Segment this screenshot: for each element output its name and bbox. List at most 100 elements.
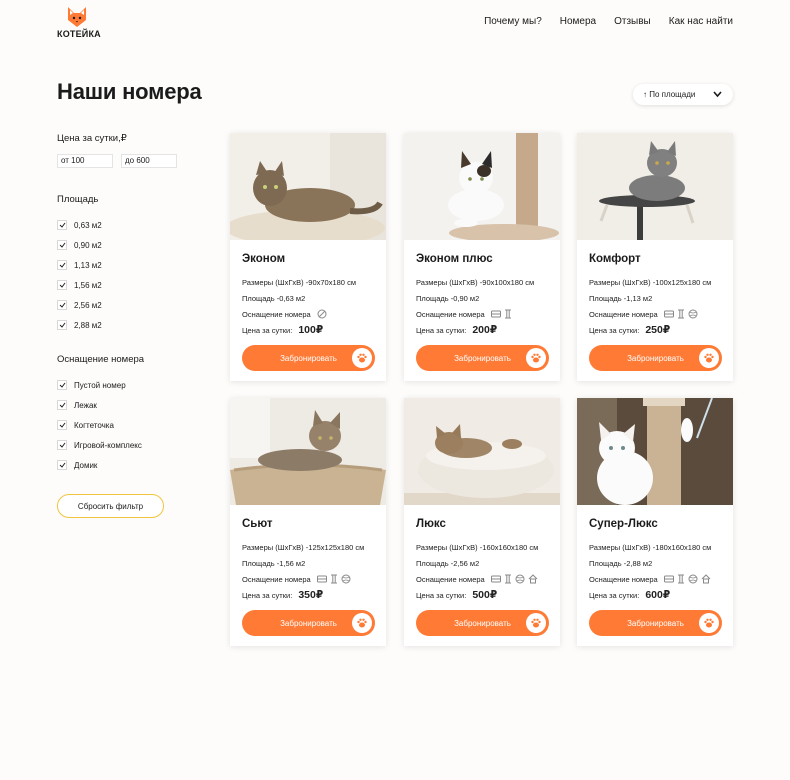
price-to-input[interactable]: до 600 — [121, 154, 177, 168]
checkbox-checked-icon[interactable] — [57, 420, 67, 430]
room-equipment: Оснащение номера — [416, 306, 548, 322]
price-value: 600₽ — [645, 589, 671, 601]
room-equipment: Оснащение номера — [242, 306, 374, 322]
equipment-option-label: Когтеточка — [74, 420, 114, 430]
equipment-option[interactable]: Когтеточка — [57, 415, 177, 435]
equipment-option-label: Лежак — [74, 400, 97, 410]
scratching-post-icon — [504, 309, 511, 319]
room-price: Цена за сутки: 200₽ — [416, 324, 498, 336]
area-option[interactable]: 2,56 м2 — [57, 295, 177, 315]
equipment-option[interactable]: Игровой-комплекс — [57, 435, 177, 455]
checkbox-checked-icon[interactable] — [57, 240, 67, 250]
area-option[interactable]: 1,13 м2 — [57, 255, 177, 275]
sort-label: ↑ По площади — [643, 90, 696, 99]
logo[interactable]: КОТЕЙКА — [57, 6, 101, 39]
price-value: 350₽ — [298, 589, 324, 601]
checkbox-checked-icon[interactable] — [57, 380, 67, 390]
room-size: Размеры (ШхГхВ) - 180х160х180 см — [589, 542, 712, 552]
equipment-option-label: Игровой-комплекс — [74, 440, 142, 450]
paw-icon — [699, 613, 719, 633]
bed-icon — [490, 575, 501, 583]
room-card: Сьют Размеры (ШхГхВ) - 125х125х180 см Пл… — [230, 398, 386, 646]
scratching-post-icon — [677, 309, 684, 319]
main-nav: Почему мы? Номера Отзывы Как нас найти — [484, 16, 733, 27]
room-price: Цена за сутки: 500₽ — [416, 589, 498, 601]
room-photo — [577, 133, 733, 240]
checkbox-checked-icon[interactable] — [57, 440, 67, 450]
price-value: 200₽ — [472, 324, 498, 336]
room-price: Цена за сутки: 100₽ — [242, 324, 324, 336]
room-card: Супер-Люкс Размеры (ШхГхВ) - 180х160х180… — [577, 398, 733, 646]
checkbox-checked-icon[interactable] — [57, 220, 67, 230]
room-size: Размеры (ШхГхВ) - 90х100х180 см — [416, 277, 535, 287]
area-option[interactable]: 1,56 м2 — [57, 275, 177, 295]
checkbox-checked-icon[interactable] — [57, 460, 67, 470]
room-name: Люкс — [416, 518, 446, 530]
area-option[interactable]: 0,90 м2 — [57, 235, 177, 255]
room-equipment: Оснащение номера — [242, 571, 374, 587]
room-card: Эконом плюс Размеры (ШхГхВ) - 90х100х180… — [404, 133, 560, 381]
room-size: Размеры (ШхГхВ) - 160х160х180 см — [416, 542, 539, 552]
price-value: 250₽ — [645, 324, 671, 336]
room-photo — [404, 398, 560, 505]
room-area: Площадь - 2,56 м2 — [416, 558, 480, 568]
area-option[interactable]: 0,63 м2 — [57, 215, 177, 235]
equipment-option[interactable]: Пустой номер — [57, 375, 177, 395]
price-value: 500₽ — [472, 589, 498, 601]
room-card: Комфорт Размеры (ШхГхВ) - 100х125х180 см… — [577, 133, 733, 381]
book-button[interactable]: Забронировать — [242, 610, 375, 636]
area-option-label: 2,88 м2 — [74, 320, 102, 330]
book-button[interactable]: Забронировать — [589, 345, 722, 371]
house-icon — [528, 574, 538, 584]
room-price: Цена за сутки: 350₽ — [242, 589, 324, 601]
equipment-option-label: Пустой номер — [74, 380, 126, 390]
ball-icon — [341, 574, 351, 584]
nav-why-us[interactable]: Почему мы? — [484, 16, 542, 27]
price-filter-title: Цена за сутки,₽ — [57, 133, 127, 144]
bed-icon — [663, 575, 674, 583]
area-option[interactable]: 2,88 м2 — [57, 315, 177, 335]
book-button[interactable]: Забронировать — [416, 610, 549, 636]
room-equipment: Оснащение номера — [589, 571, 721, 587]
room-equipment: Оснащение номера — [589, 306, 721, 322]
room-photo — [577, 398, 733, 505]
book-button[interactable]: Забронировать — [242, 345, 375, 371]
area-option-label: 0,90 м2 — [74, 240, 102, 250]
checkbox-checked-icon[interactable] — [57, 300, 67, 310]
checkbox-checked-icon[interactable] — [57, 280, 67, 290]
sort-dropdown[interactable]: ↑ По площади — [633, 84, 733, 105]
room-area: Площадь - 0,90 м2 — [416, 293, 480, 303]
checkbox-checked-icon[interactable] — [57, 260, 67, 270]
nav-how-to-find[interactable]: Как нас найти — [669, 16, 733, 27]
checkbox-checked-icon[interactable] — [57, 400, 67, 410]
logo-text: КОТЕЙКА — [57, 29, 101, 39]
room-price: Цена за сутки: 250₽ — [589, 324, 671, 336]
nav-rooms[interactable]: Номера — [560, 16, 596, 27]
area-filter: Площадь 0,63 м2 0,90 м2 1,13 м2 1,56 м2 … — [57, 194, 177, 335]
book-button[interactable]: Забронировать — [589, 610, 722, 636]
reset-filter-button[interactable]: Сбросить фильтр — [57, 494, 164, 518]
room-name: Эконом плюс — [416, 253, 493, 265]
room-name: Сьют — [242, 518, 273, 530]
bed-icon — [316, 575, 327, 583]
room-photo — [230, 133, 386, 240]
room-equipment: Оснащение номера — [416, 571, 548, 587]
equipment-option[interactable]: Лежак — [57, 395, 177, 415]
scratching-post-icon — [504, 574, 511, 584]
room-name: Эконом — [242, 253, 286, 265]
book-button[interactable]: Забронировать — [416, 345, 549, 371]
chevron-down-icon — [713, 91, 722, 98]
room-area: Площадь - 1,56 м2 — [242, 558, 306, 568]
room-area: Площадь - 1,13 м2 — [589, 293, 653, 303]
room-price: Цена за сутки: 600₽ — [589, 589, 671, 601]
scratching-post-icon — [677, 574, 684, 584]
equipment-option[interactable]: Домик — [57, 455, 177, 475]
bed-icon — [663, 310, 674, 318]
price-from-input[interactable]: от 100 — [57, 154, 113, 168]
room-photo — [404, 133, 560, 240]
checkbox-checked-icon[interactable] — [57, 320, 67, 330]
ball-icon — [515, 574, 525, 584]
paw-icon — [352, 348, 372, 368]
nav-reviews[interactable]: Отзывы — [614, 16, 651, 27]
scratching-post-icon — [330, 574, 337, 584]
